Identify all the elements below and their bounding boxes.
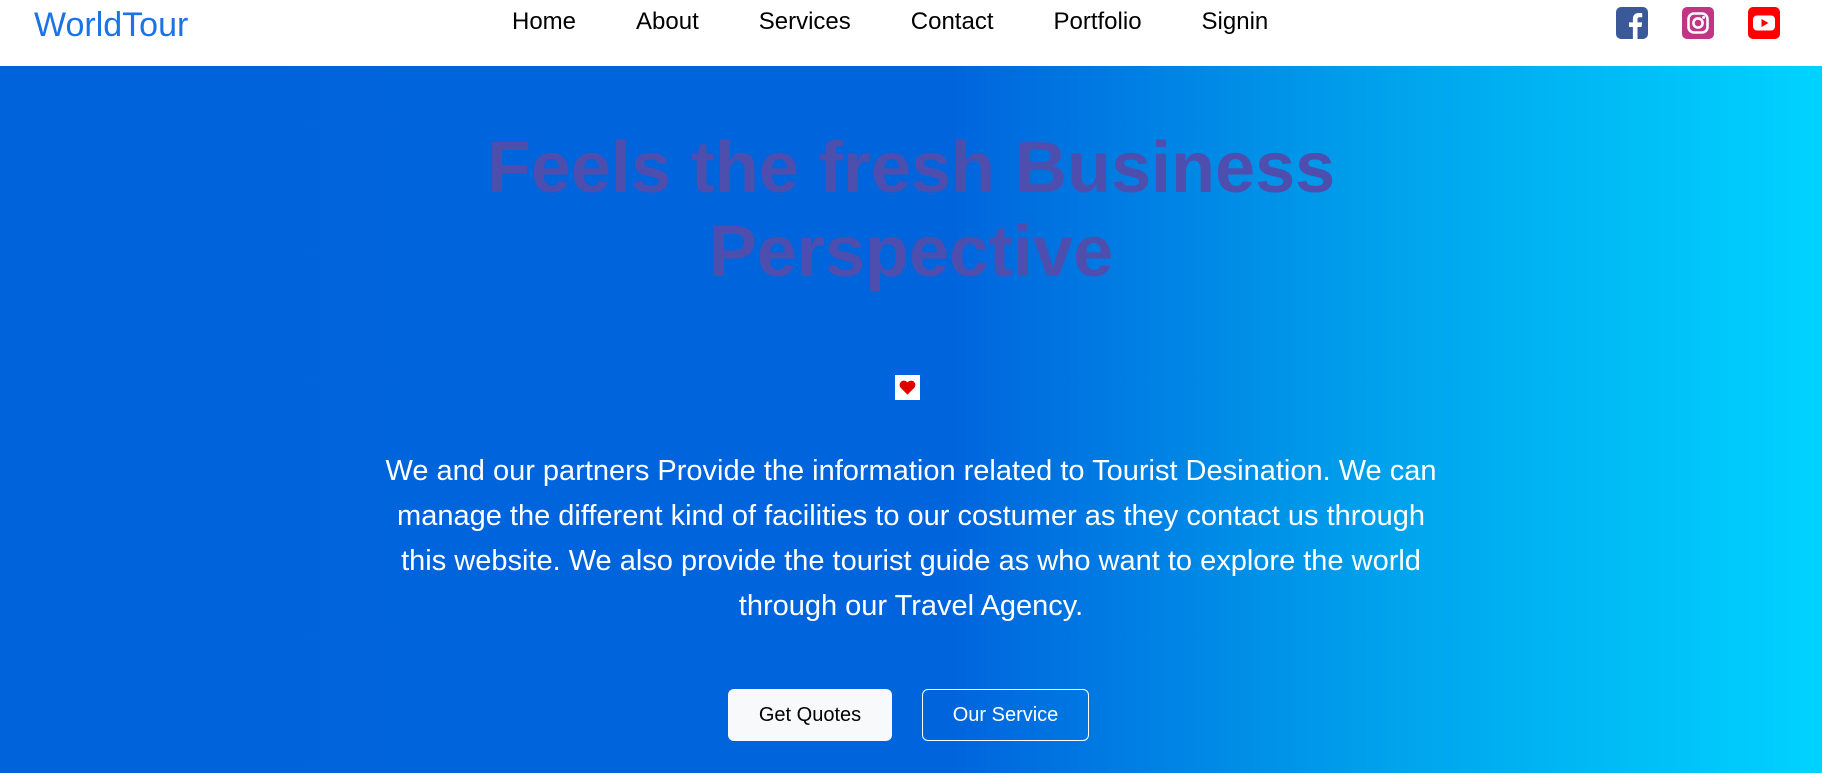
our-service-button[interactable]: Our Service xyxy=(922,689,1089,741)
hero-title-line2: Perspective xyxy=(708,212,1114,292)
hero-section: Feels the fresh Business Perspective We … xyxy=(0,66,1822,773)
heart-icon xyxy=(895,375,920,400)
hero-title: Feels the fresh Business Perspective xyxy=(0,126,1822,294)
instagram-icon[interactable] xyxy=(1682,7,1714,39)
social-links xyxy=(1616,7,1780,39)
nav-link-about[interactable]: About xyxy=(636,8,699,36)
hero-description: We and our partners Provide the informat… xyxy=(385,455,1437,622)
get-quotes-button[interactable]: Get Quotes xyxy=(728,689,892,741)
facebook-icon[interactable] xyxy=(1616,7,1648,39)
youtube-icon[interactable] xyxy=(1748,7,1780,39)
hero-title-line1: Feels the fresh Business xyxy=(486,128,1336,208)
nav-link-home[interactable]: Home xyxy=(512,8,576,36)
brand-logo[interactable]: WorldTour xyxy=(34,6,188,45)
nav-links: Home About Services Contact Portfolio Si… xyxy=(512,8,1268,36)
nav-link-services[interactable]: Services xyxy=(759,8,851,36)
nav-link-contact[interactable]: Contact xyxy=(911,8,994,36)
navbar: WorldTour Home About Services Contact Po… xyxy=(0,0,1822,66)
nav-link-portfolio[interactable]: Portfolio xyxy=(1054,8,1142,36)
nav-link-signin[interactable]: Signin xyxy=(1202,8,1269,36)
